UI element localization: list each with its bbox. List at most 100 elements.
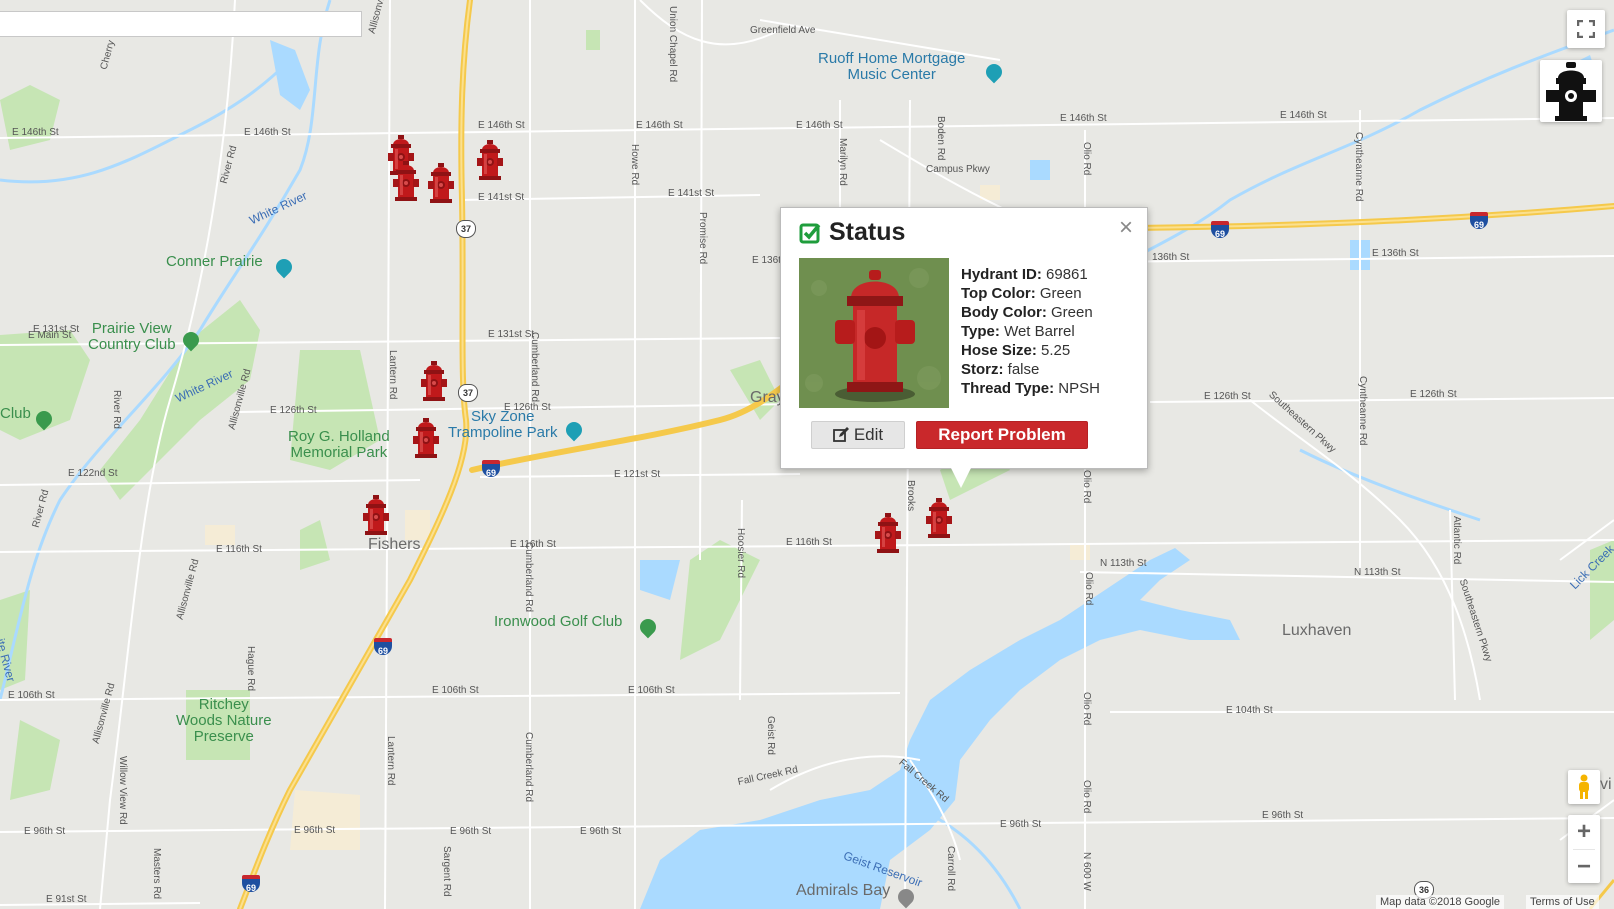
zoom-control: + −: [1568, 815, 1600, 883]
street-label: River Rd: [111, 390, 122, 429]
street-label: Hague Rd: [245, 646, 256, 692]
edit-button[interactable]: Edit: [811, 421, 905, 449]
street-label: Sargent Rd: [441, 846, 452, 897]
hydrant-info-popup: Status × Hydrant ID: 69861 Top Color: Gre…: [780, 207, 1148, 488]
pegman-icon: [1579, 774, 1589, 799]
poi-label: Conner Prairie: [166, 253, 263, 270]
street-label: E 146th St: [12, 127, 59, 138]
edit-icon: [832, 427, 849, 442]
street-label: Campus Pkwy: [926, 164, 990, 175]
search-input[interactable]: [0, 11, 362, 37]
detail-value: 69861: [1041, 266, 1088, 283]
street-label: Greenfield Ave: [750, 25, 816, 36]
detail-row: Type: Wet Barrel: [961, 322, 1100, 341]
street-label: E 96th St: [580, 826, 622, 837]
route-shield: 37: [458, 384, 478, 402]
poi-label: Club: [0, 405, 31, 422]
street-label: Cyntheanne Rd: [1353, 132, 1364, 202]
hydrant-marker[interactable]: [428, 162, 454, 204]
hydrant-marker[interactable]: [477, 139, 503, 181]
hydrant-photo: [799, 258, 949, 408]
fullscreen-icon: [1577, 20, 1595, 38]
detail-row: Body Color: Green: [961, 303, 1100, 322]
street-label: E 141st St: [478, 192, 525, 203]
street-label: E 96th St: [294, 825, 336, 836]
hydrant-marker[interactable]: [421, 360, 447, 402]
street-label: E 91st St: [46, 894, 87, 905]
street-label: E 141st St: [668, 188, 715, 199]
hydrant-details: Hydrant ID: 69861 Top Color: Green Body Co…: [961, 265, 1100, 398]
hydrant-marker[interactable]: [413, 417, 439, 459]
hydrant-marker[interactable]: [926, 497, 952, 539]
detail-row: Top Color: Green: [961, 284, 1100, 303]
detail-value: NPSH: [1054, 380, 1100, 397]
street-label: E 96th St: [1000, 819, 1042, 830]
poi-label: Prairie View Country Club: [88, 320, 176, 353]
street-label: E 96th St: [450, 826, 492, 837]
detail-key: Body Color:: [961, 304, 1047, 321]
street-label: E 126th St: [1204, 391, 1251, 402]
detail-value: Green: [1035, 285, 1082, 302]
report-problem-button[interactable]: Report Problem: [916, 421, 1088, 449]
street-label: Brooks: [905, 480, 916, 512]
street-label: E 126th St: [270, 405, 317, 416]
street-label: E 106th St: [432, 685, 479, 696]
map-attribution: Map data ©2018 Google: [1376, 895, 1505, 909]
terms-link[interactable]: Terms of Use: [1526, 895, 1599, 909]
fullscreen-button[interactable]: [1567, 10, 1605, 48]
poi-label: Sky Zone Trampoline Park: [448, 408, 558, 441]
street-label: Union Chapel Rd: [667, 6, 678, 83]
popup-title-text: Status: [829, 218, 906, 246]
street-label: Carroll Rd: [945, 846, 956, 892]
street-label: Hoosier Rd: [735, 528, 746, 579]
street-label: Lantern Rd: [385, 736, 396, 786]
street-label: 136th St: [1152, 252, 1190, 263]
street-label: E 146th St: [1280, 110, 1327, 121]
zoom-out-button[interactable]: −: [1577, 850, 1591, 883]
detail-row: Hose Size: 5.25: [961, 341, 1100, 360]
street-label: Howe Rd: [629, 144, 640, 186]
close-icon[interactable]: ×: [1119, 214, 1133, 242]
street-label: Cumberland Rd: [523, 542, 534, 613]
street-label: Masters Rd: [151, 848, 162, 900]
street-label: E 146th St: [636, 120, 683, 131]
check-square-icon: [799, 223, 821, 243]
street-label: Boden Rd: [935, 116, 946, 161]
detail-key: Storz:: [961, 361, 1004, 378]
poi-label: Ironwood Golf Club: [494, 613, 623, 630]
street-label: Willow View Rd: [117, 756, 128, 825]
detail-row: Thread Type: NPSH: [961, 379, 1100, 398]
street-label: E 116th St: [786, 537, 832, 548]
street-label: E 122nd St: [68, 468, 118, 479]
street-label: Olio Rd: [1081, 142, 1092, 176]
locate-hydrant-button[interactable]: [1540, 60, 1602, 122]
street-label: E 106th St: [628, 685, 675, 696]
edit-button-label: Edit: [853, 425, 884, 444]
detail-key: Thread Type:: [961, 380, 1055, 397]
hydrant-marker[interactable]: [393, 160, 419, 202]
street-view-pegman[interactable]: [1568, 770, 1600, 804]
street-label: Cumberland Rd: [523, 732, 534, 803]
poi-label: Luxhaven: [1282, 622, 1352, 639]
street-label: E 116th St: [216, 544, 262, 555]
zoom-in-button[interactable]: +: [1577, 815, 1591, 849]
detail-key: Hose Size:: [961, 342, 1037, 359]
street-label: Olio Rd: [1081, 692, 1092, 726]
street-label: E 146th St: [796, 120, 843, 131]
detail-row: Hydrant ID: 69861: [961, 265, 1100, 284]
street-label: Olio Rd: [1083, 572, 1094, 606]
street-label: N 113th St: [1354, 567, 1401, 578]
poi-label: Roy G. Holland Memorial Park: [288, 428, 390, 461]
hydrant-icon: [1546, 62, 1596, 121]
popup-title: Status: [799, 218, 905, 247]
hydrant-photo-image: [799, 258, 949, 408]
street-label: E 136th St: [1372, 248, 1419, 259]
street-label: E Main St: [28, 330, 72, 341]
street-label: E 131st St: [488, 329, 535, 340]
hydrant-marker[interactable]: [875, 512, 901, 554]
street-label: Promise Rd: [697, 212, 708, 265]
poi-label: Ruoff Home Mortgage Music Center: [818, 50, 966, 83]
street-label: Cumberland Rd: [529, 332, 540, 403]
hydrant-marker[interactable]: [363, 494, 389, 536]
detail-key: Hydrant ID:: [961, 266, 1042, 283]
